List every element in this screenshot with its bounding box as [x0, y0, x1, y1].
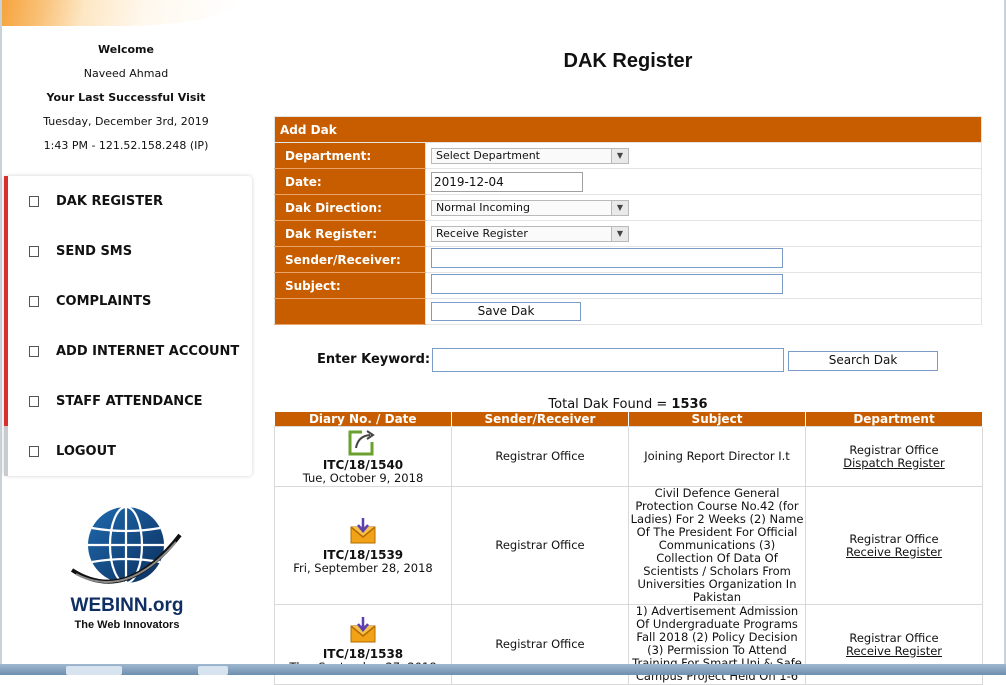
subject-input[interactable]	[431, 274, 783, 294]
menu-item-label: ADD INTERNET ACCOUNT	[56, 343, 240, 359]
save-dak-button[interactable]: Save Dak	[431, 302, 581, 321]
subject-label: Subject:	[274, 272, 426, 299]
last-visit-label: Your Last Successful Visit	[46, 91, 206, 104]
dak-register-label: Dak Register:	[274, 220, 426, 247]
subject-cell: Civil Defence General Protection Course …	[628, 486, 806, 605]
webinn-logo: WEBINN.org The Web Innovators	[52, 500, 202, 640]
taskbar-button[interactable]	[198, 666, 228, 675]
menu-bullet-icon	[29, 345, 39, 357]
total-label: Total Dak Found =	[548, 397, 668, 412]
side-menu: DAK REGISTER SEND SMS COMPLAINTS ADD INT…	[4, 176, 252, 476]
keyword-label: Enter Keyword:	[317, 352, 431, 367]
sender-cell: Registrar Office	[451, 486, 629, 605]
sender-cell: Registrar Office	[451, 426, 629, 487]
register-link[interactable]: Receive Register	[807, 644, 981, 658]
register-link[interactable]: Receive Register	[807, 545, 981, 559]
menu-bullet-icon	[29, 245, 39, 257]
add-dak-form: Add Dak Department: Select Department ▼ …	[274, 116, 982, 325]
save-row-label	[274, 298, 426, 325]
department-cell: Registrar Office Dispatch Register	[805, 426, 983, 487]
menu-item-logout[interactable]: LOGOUT	[4, 426, 252, 476]
menu-item-add-internet-account[interactable]: ADD INTERNET ACCOUNT	[4, 326, 252, 376]
menu-item-staff-attendance[interactable]: STAFF ATTENDANCE	[4, 376, 252, 426]
keyword-input[interactable]	[432, 348, 784, 372]
menu-item-label: LOGOUT	[56, 443, 117, 459]
logo-name: WEBINN.org	[70, 595, 184, 616]
sender-receiver-label: Sender/Receiver:	[274, 246, 426, 273]
dak-register-cell: Receive Register ▼	[425, 220, 982, 247]
mail-envelope-icon[interactable]	[348, 615, 378, 645]
department-name: Registrar Office	[849, 630, 939, 645]
department-select[interactable]: Select Department ▼	[431, 147, 629, 164]
dak-register-select[interactable]: Receive Register ▼	[431, 225, 629, 242]
table-header-row: Diary No. / Date Sender/Receiver Subject…	[274, 412, 983, 427]
register-link[interactable]: Dispatch Register	[807, 456, 981, 470]
column-header: Department	[805, 412, 983, 427]
menu-item-label: STAFF ATTENDANCE	[56, 393, 203, 409]
department-name: Registrar Office	[849, 442, 939, 457]
search-dak-button[interactable]: Search Dak	[788, 351, 938, 371]
diary-date: Fri, September 28, 2018	[293, 561, 433, 575]
date-input[interactable]: 2019-12-04	[431, 171, 583, 192]
department-select-value: Select Department	[436, 149, 540, 162]
user-name: Naveed Ahmad	[83, 67, 169, 80]
menu-bullet-icon	[29, 195, 39, 207]
dak-register-value: Receive Register	[436, 227, 528, 240]
table-row: ITC/18/1540 Tue, October 9, 2018 Registr…	[274, 426, 983, 487]
subject-cell: Joining Report Director I.t	[628, 426, 806, 487]
dak-list-table: Diary No. / Date Sender/Receiver Subject…	[274, 412, 983, 685]
menu-item-label: COMPLAINTS	[56, 293, 152, 309]
save-cell: Save Dak	[425, 298, 982, 325]
dispatch-arrow-icon[interactable]	[348, 428, 378, 456]
logo-tagline: The Web Innovators	[74, 619, 180, 631]
welcome-title: Welcome	[98, 43, 154, 56]
menu-item-label: SEND SMS	[56, 243, 133, 259]
date-cell: 2019-12-04	[425, 168, 982, 195]
menu-item-send-sms[interactable]: SEND SMS	[4, 226, 252, 276]
subject-cell	[425, 272, 982, 299]
diary-cell: ITC/18/1540 Tue, October 9, 2018	[274, 426, 452, 487]
welcome-panel: Welcome Naveed Ahmad Your Last Successfu…	[0, 38, 252, 158]
menu-item-label: DAK REGISTER	[56, 193, 163, 209]
sender-receiver-cell	[425, 246, 982, 273]
header-banner	[0, 0, 240, 26]
department-name: Registrar Office	[849, 531, 939, 546]
column-header: Diary No. / Date	[274, 412, 452, 427]
department-cell: Select Department ▼	[425, 142, 982, 169]
last-visit-date: Tuesday, December 3rd, 2019	[43, 115, 209, 128]
chevron-down-icon: ▼	[611, 226, 628, 241]
total-count: 1536	[671, 397, 708, 412]
last-visit-time-ip: 1:43 PM - 121.52.158.248 (IP)	[43, 139, 209, 152]
diary-cell: ITC/18/1539 Fri, September 28, 2018	[274, 486, 452, 605]
total-dak-found: Total Dak Found = 1536	[274, 397, 982, 412]
mail-envelope-icon[interactable]	[348, 516, 378, 546]
dak-direction-cell: Normal Incoming ▼	[425, 194, 982, 221]
taskbar-button[interactable]	[66, 666, 122, 675]
menu-item-complaints[interactable]: COMPLAINTS	[4, 276, 252, 326]
department-cell: Registrar Office Receive Register	[805, 486, 983, 605]
diary-date: Tue, October 9, 2018	[302, 471, 424, 485]
os-taskbar	[0, 664, 1006, 675]
table-row: ITC/18/1539 Fri, September 28, 2018 Regi…	[274, 486, 983, 605]
chevron-down-icon: ▼	[611, 200, 628, 215]
column-header: Sender/Receiver	[451, 412, 629, 427]
menu-bullet-icon	[29, 395, 39, 407]
column-header: Subject	[628, 412, 806, 427]
dak-direction-select[interactable]: Normal Incoming ▼	[431, 199, 629, 216]
sender-receiver-input[interactable]	[431, 248, 783, 268]
form-header: Add Dak	[274, 116, 982, 143]
date-label: Date:	[274, 168, 426, 195]
menu-bullet-icon	[29, 445, 39, 457]
dak-direction-label: Dak Direction:	[274, 194, 426, 221]
menu-bullet-icon	[29, 295, 39, 307]
dak-direction-value: Normal Incoming	[436, 201, 531, 214]
chevron-down-icon: ▼	[611, 148, 628, 163]
department-label: Department:	[274, 142, 426, 169]
page-title: DAK Register	[563, 50, 693, 72]
menu-item-dak-register[interactable]: DAK REGISTER	[4, 176, 252, 226]
